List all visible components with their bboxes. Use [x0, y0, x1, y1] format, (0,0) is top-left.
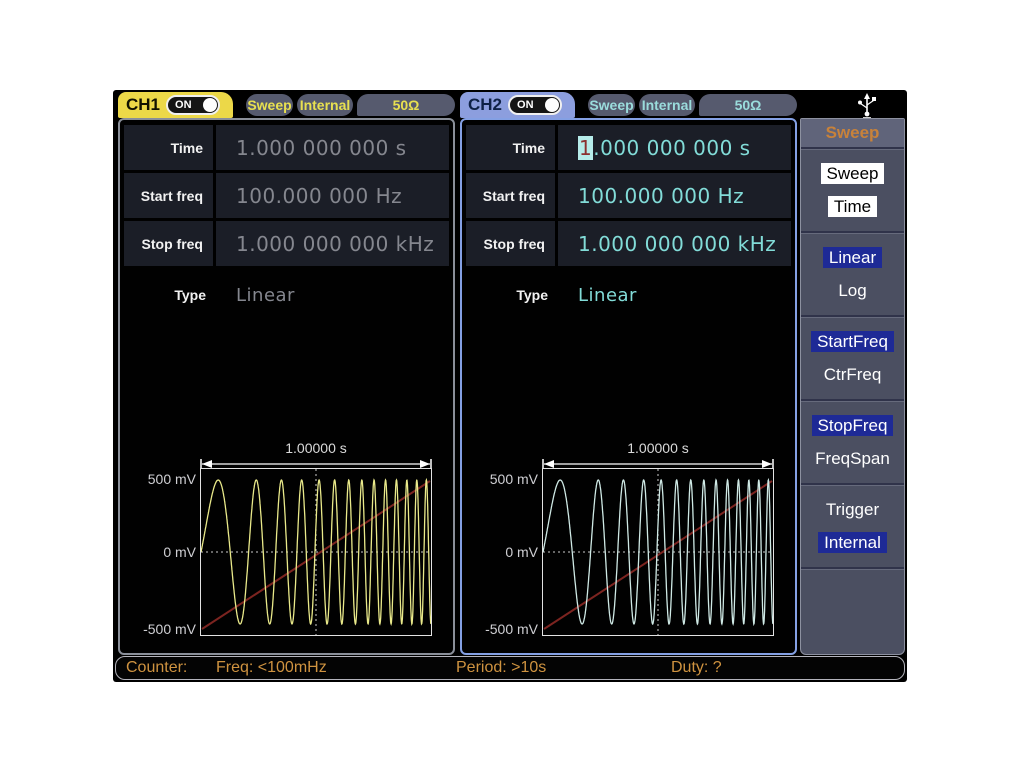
- ch1-stopfreq-label: Stop freq: [142, 236, 203, 252]
- ch1-startfreq-value[interactable]: 100.000 000 Hz: [236, 184, 402, 208]
- ch1-panel: Time 1.000 000 000 s Start freq 100.000 …: [118, 118, 455, 655]
- ch1-impedance-badge: 50Ω: [357, 94, 455, 116]
- ch2-time-label: Time: [513, 140, 545, 156]
- ch1-ytick-top: 500 mV: [120, 471, 196, 487]
- ch2-time-value[interactable]: 1.000 000 000 s: [578, 136, 751, 160]
- ch1-type-label: Type: [174, 287, 206, 303]
- menu-section-empty: [801, 569, 904, 656]
- ch2-startfreq-value[interactable]: 100.000 000 Hz: [578, 184, 744, 208]
- ch2-type-label: Type: [516, 287, 548, 303]
- ch1-startfreq-label: Start freq: [141, 188, 203, 204]
- ch1-toggle-state: ON: [175, 99, 192, 111]
- menu-section-sweep-time: Sweep Time: [801, 149, 904, 233]
- ch1-stopfreq-value[interactable]: 1.000 000 000 kHz: [236, 232, 434, 256]
- menu-item-internal[interactable]: Internal: [818, 533, 887, 553]
- softkey-menu: Sweep Sweep Time Linear Log StartFreq Ct…: [800, 118, 905, 655]
- ch2-tab[interactable]: CH2 ON: [460, 92, 575, 118]
- ch2-waveform-display: [542, 468, 774, 636]
- menu-section-stopfreq: StopFreq FreqSpan: [801, 401, 904, 485]
- ch2-stopfreq-value[interactable]: 1.000 000 000 kHz: [578, 232, 776, 256]
- ch2-mode-badge: Sweep: [588, 94, 635, 116]
- ch1-label: CH1: [126, 95, 160, 115]
- ch2-type-value: Linear: [578, 285, 637, 306]
- ch2-source-badge: Internal: [639, 94, 695, 116]
- counter-freq: Freq: <100mHz: [216, 659, 327, 677]
- ch2-startfreq-row: Start freq 100.000 000 Hz: [466, 173, 791, 218]
- menu-title: Sweep: [801, 119, 904, 149]
- ch1-startfreq-row: Start freq 100.000 000 Hz: [124, 173, 449, 218]
- ch2-type-row: Type Linear: [466, 280, 791, 310]
- counter-duty: Duty: ?: [671, 659, 722, 677]
- usb-icon: [855, 91, 879, 119]
- ch1-time-label: Time: [171, 140, 203, 156]
- menu-item-linear[interactable]: Linear: [823, 248, 882, 268]
- menu-item-startfreq[interactable]: StartFreq: [811, 332, 894, 352]
- menu-section-linear-log: Linear Log: [801, 233, 904, 317]
- ch2-toggle-state: ON: [517, 99, 534, 111]
- menu-section-startfreq: StartFreq CtrFreq: [801, 317, 904, 401]
- ch2-time-row: Time 1.000 000 000 s: [466, 125, 791, 170]
- ch2-span-label: 1.00000 s: [542, 440, 774, 456]
- counter-bar: Counter: Freq: <100mHz Period: >10s Duty…: [115, 656, 905, 680]
- ch1-mode-badge: Sweep: [246, 94, 293, 116]
- menu-item-trigger[interactable]: Trigger: [820, 500, 885, 520]
- menu-item-sweep[interactable]: Sweep: [821, 164, 885, 184]
- menu-item-time[interactable]: Time: [828, 197, 877, 217]
- counter-label: Counter:: [126, 659, 187, 677]
- ch2-label: CH2: [468, 95, 502, 115]
- menu-item-stopfreq[interactable]: StopFreq: [812, 416, 894, 436]
- toggle-knob-icon: [203, 98, 217, 112]
- ch1-on-toggle[interactable]: ON: [166, 95, 220, 115]
- ch2-stopfreq-row: Stop freq 1.000 000 000 kHz: [466, 221, 791, 266]
- toggle-knob-icon: [545, 98, 559, 112]
- ch2-startfreq-label: Start freq: [483, 188, 545, 204]
- ch2-stopfreq-label: Stop freq: [484, 236, 545, 252]
- ch1-span-label: 1.00000 s: [200, 440, 432, 456]
- ch1-tab[interactable]: CH1 ON: [118, 92, 233, 118]
- ch2-impedance-badge: 50Ω: [699, 94, 797, 116]
- menu-item-freqspan[interactable]: FreqSpan: [809, 449, 896, 469]
- ch2-panel: Time 1.000 000 000 s Start freq 100.000 …: [460, 118, 797, 655]
- menu-item-log[interactable]: Log: [832, 281, 872, 301]
- page-background: CH1 ON Sweep Internal 50Ω CH2 ON Sweep I…: [0, 0, 1024, 768]
- ch1-time-value[interactable]: 1.000 000 000 s: [236, 136, 407, 160]
- ch1-type-value: Linear: [236, 285, 295, 306]
- ch1-source-badge: Internal: [297, 94, 353, 116]
- ch1-ytick-bottom: -500 mV: [120, 621, 196, 637]
- ch1-stopfreq-row: Stop freq 1.000 000 000 kHz: [124, 221, 449, 266]
- edit-cursor[interactable]: 1: [578, 136, 593, 160]
- ch2-on-toggle[interactable]: ON: [508, 95, 562, 115]
- ch2-ytick-bottom: -500 mV: [462, 621, 538, 637]
- ch1-type-row: Type Linear: [124, 280, 449, 310]
- counter-period: Period: >10s: [456, 659, 546, 677]
- ch1-ytick-mid: 0 mV: [120, 544, 196, 560]
- ch2-time-value-rest: .000 000 000 s: [593, 136, 750, 160]
- ch1-waveform-display: [200, 468, 432, 636]
- device-screen: CH1 ON Sweep Internal 50Ω CH2 ON Sweep I…: [113, 90, 907, 682]
- ch2-ytick-mid: 0 mV: [462, 544, 538, 560]
- ch1-time-row: Time 1.000 000 000 s: [124, 125, 449, 170]
- ch2-ytick-top: 500 mV: [462, 471, 538, 487]
- menu-section-trigger: Trigger Internal: [801, 485, 904, 569]
- menu-item-ctrfreq[interactable]: CtrFreq: [818, 365, 888, 385]
